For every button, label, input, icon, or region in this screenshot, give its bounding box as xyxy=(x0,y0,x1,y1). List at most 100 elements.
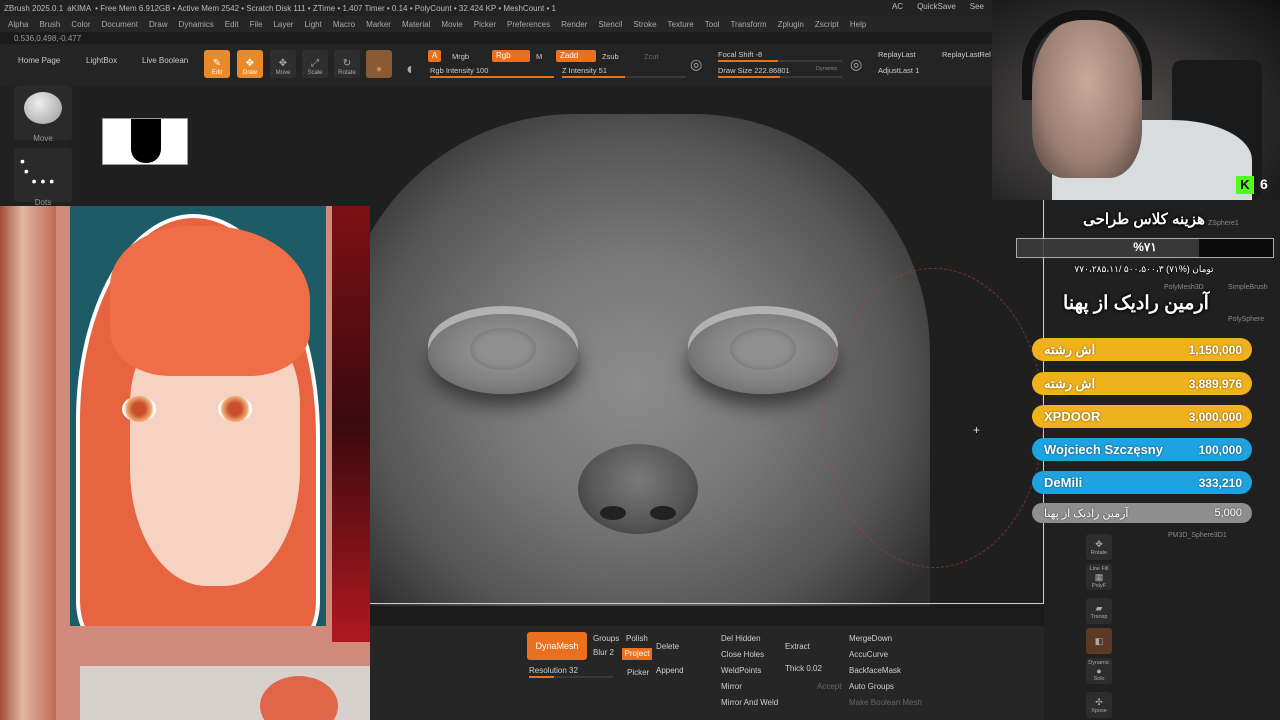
blur-slider[interactable]: Blur 2 xyxy=(593,648,614,657)
menu-color[interactable]: Color xyxy=(71,20,90,29)
menu-dynamics[interactable]: Dynamics xyxy=(179,20,214,29)
replaylast-button[interactable]: ReplayLast xyxy=(878,50,916,59)
menu-macro[interactable]: Macro xyxy=(333,20,355,29)
thick-slider[interactable]: Thick 0.02 xyxy=(785,664,822,673)
project-toggle[interactable]: Project xyxy=(622,648,652,660)
quicksave-button[interactable]: QuickSave xyxy=(917,2,956,11)
draw-size-slider[interactable] xyxy=(718,76,842,78)
menu-texture[interactable]: Texture xyxy=(668,20,694,29)
material-swatch[interactable]: ● xyxy=(366,50,392,78)
adjustlast-slider[interactable]: AdjustLast 1 xyxy=(878,66,919,75)
mrgb-toggle[interactable]: Mrgb xyxy=(452,52,469,61)
tool-simplebrush[interactable]: SimpleBrush xyxy=(1228,284,1268,291)
a-toggle[interactable]: A xyxy=(428,50,442,62)
z-intensity-slider[interactable] xyxy=(562,76,686,78)
groups-toggle[interactable]: Groups xyxy=(593,634,619,643)
menu-stencil[interactable]: Stencil xyxy=(598,20,622,29)
accept-button[interactable]: Accept xyxy=(817,682,841,691)
menu-preferences[interactable]: Preferences xyxy=(507,20,550,29)
geometry-bottom-panel: DynaMesh Groups Polish Blur 2 Project Re… xyxy=(370,626,1044,720)
edit-label: Edit xyxy=(211,70,223,76)
ac-button[interactable]: AC xyxy=(892,2,903,11)
transp-button[interactable]: ▰ Transp xyxy=(1086,598,1112,624)
resolution-track[interactable] xyxy=(529,676,613,678)
menu-transform[interactable]: Transform xyxy=(730,20,766,29)
menu-movie[interactable]: Movie xyxy=(441,20,462,29)
xpose-button[interactable]: ✣ Xpose xyxy=(1086,692,1112,718)
rotate-view-button[interactable]: ✥ Rotate xyxy=(1086,534,1112,560)
tool-pm3d-sphere[interactable]: PM3D_Sphere3D1 xyxy=(1168,532,1227,539)
menu-marker[interactable]: Marker xyxy=(366,20,391,29)
replaylastrel-button[interactable]: ReplayLastRel xyxy=(942,50,991,59)
menu-zplugin[interactable]: Zplugin xyxy=(778,20,804,29)
extract-button[interactable]: Extract xyxy=(785,642,810,651)
mirror-and-weld-button[interactable]: Mirror And Weld xyxy=(721,698,778,707)
del-hidden-button[interactable]: Del Hidden xyxy=(721,634,761,643)
see-button[interactable]: See xyxy=(970,2,984,11)
menu-edit[interactable]: Edit xyxy=(225,20,239,29)
home-page-button[interactable]: Home Page xyxy=(18,56,60,65)
menu-render[interactable]: Render xyxy=(561,20,587,29)
picker-button[interactable]: Picker xyxy=(627,668,649,677)
project-name: aKIMA xyxy=(67,3,92,13)
merge-down-button[interactable]: MergeDown xyxy=(849,634,892,643)
rgb-toggle[interactable]: Rgb xyxy=(492,50,530,62)
weld-points-button[interactable]: WeldPoints xyxy=(721,666,761,675)
stroke-selector[interactable]: • • • • • xyxy=(14,148,72,202)
xpose-label: Xpose xyxy=(1091,707,1107,714)
focal-shift-slider[interactable] xyxy=(718,60,842,62)
resolution-slider[interactable]: Resolution 32 xyxy=(529,666,578,675)
dynamic-solo-button[interactable]: ◧ xyxy=(1086,628,1112,654)
reference-thumbnail-bottom xyxy=(80,666,370,720)
zsub-toggle[interactable]: Zsub xyxy=(602,52,619,61)
menu-draw[interactable]: Draw xyxy=(149,20,168,29)
auto-groups-button[interactable]: Auto Groups xyxy=(849,682,894,691)
menu-alpha[interactable]: Alpha xyxy=(8,20,28,29)
edit-button[interactable]: ✎ Edit xyxy=(204,50,230,78)
menu-stroke[interactable]: Stroke xyxy=(633,20,656,29)
menu-document[interactable]: Document xyxy=(102,20,138,29)
make-boolean-mesh-button[interactable]: Make Boolean Mesh xyxy=(849,698,922,707)
zadd-toggle[interactable]: Zadd xyxy=(556,50,596,62)
tool-polymesh3d[interactable]: PolyMesh3D xyxy=(1164,284,1204,291)
draw-button[interactable]: ✥ Draw xyxy=(237,50,263,78)
rgb-intensity-slider[interactable] xyxy=(430,76,554,78)
menu-layer[interactable]: Layer xyxy=(273,20,293,29)
polish-toggle[interactable]: Polish xyxy=(626,634,648,643)
append-button[interactable]: Append xyxy=(656,666,684,675)
backface-mask-toggle[interactable]: BackfaceMask xyxy=(849,666,901,675)
accucurve-toggle[interactable]: AccuCurve xyxy=(849,650,888,659)
polyf-button[interactable]: Line Fill ▦ PolyF xyxy=(1086,564,1112,590)
reference-left-eye xyxy=(122,396,156,422)
donation-name: Wojciech Szczęsny xyxy=(1044,442,1163,457)
zcut-toggle[interactable]: Zcut xyxy=(644,52,659,61)
move-button[interactable]: ✥ Move xyxy=(270,50,296,78)
dynamic-toggle[interactable]: Dynamic xyxy=(816,66,837,72)
brush-selector[interactable] xyxy=(14,86,72,140)
menu-help[interactable]: Help xyxy=(850,20,866,29)
reference-thumbnail[interactable] xyxy=(102,118,188,165)
menu-picker[interactable]: Picker xyxy=(474,20,496,29)
tool-polysphere[interactable]: PolySphere xyxy=(1228,316,1264,323)
m-toggle[interactable]: M xyxy=(536,52,542,61)
dynamesh-button[interactable]: DynaMesh xyxy=(527,632,587,660)
rotate-button[interactable]: ↻ Rotate xyxy=(334,50,360,78)
scale-button[interactable]: ⤢ Scale xyxy=(302,50,328,78)
close-holes-button[interactable]: Close Holes xyxy=(721,650,764,659)
menu-file[interactable]: File xyxy=(250,20,263,29)
webcam-overlay xyxy=(992,0,1280,200)
menu-brush[interactable]: Brush xyxy=(39,20,60,29)
menu-light[interactable]: Light xyxy=(304,20,321,29)
delete-button[interactable]: Delete xyxy=(656,642,679,651)
edit-icon: ✎ xyxy=(212,58,222,69)
menu-material[interactable]: Material xyxy=(402,20,430,29)
live-boolean-button[interactable]: Live Boolean xyxy=(142,56,188,65)
lightbox-button[interactable]: LightBox xyxy=(86,56,117,65)
mirror-button[interactable]: Mirror xyxy=(721,682,742,691)
draw-size-label[interactable]: Draw Size 222.86801 xyxy=(718,66,790,75)
focal-shift-label[interactable]: Focal Shift -8 xyxy=(718,50,762,59)
solo-button[interactable]: Dynamic ● Solo xyxy=(1086,658,1112,684)
menu-zscript[interactable]: Zscript xyxy=(815,20,839,29)
color-swatch[interactable]: ◐ xyxy=(398,50,424,78)
menu-tool[interactable]: Tool xyxy=(705,20,720,29)
